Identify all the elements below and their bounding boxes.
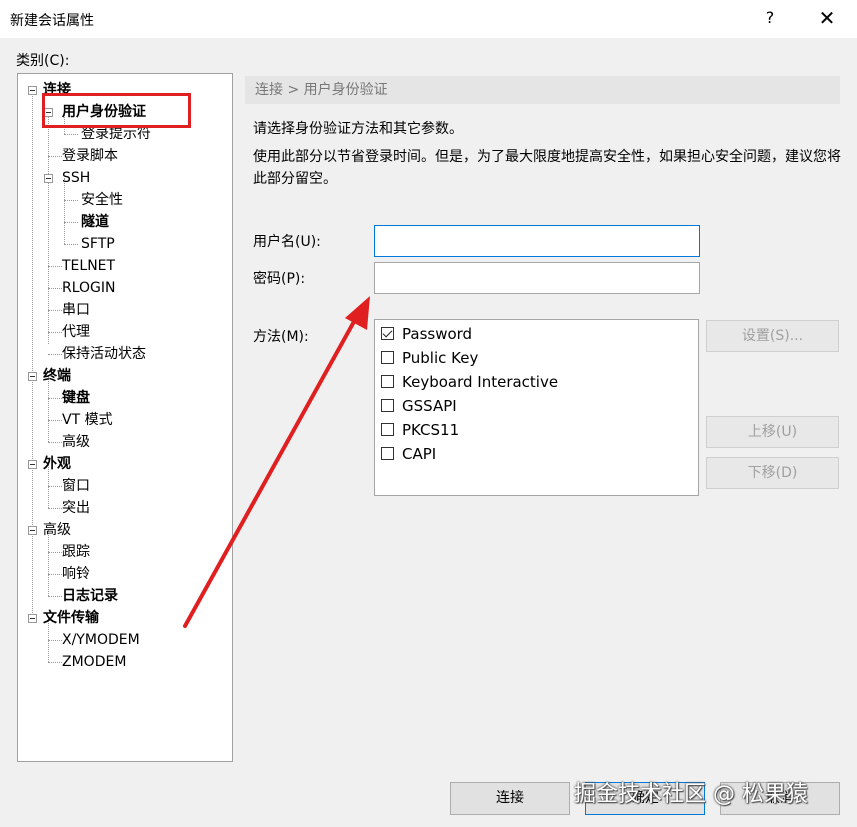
description-line2: 使用此部分以节省登录时间。但是，为了最大限度地提高安全性，如果担心安全问题，建议… (253, 149, 841, 187)
checkbox-checked-icon[interactable] (381, 327, 394, 340)
tree-item-file-transfer[interactable]: 文件传输 (43, 608, 99, 628)
collapse-icon[interactable] (28, 526, 37, 535)
category-tree[interactable]: 连接 用户身份验证 登录提示符 登录脚本 SSH 安全性 隧道 SFTP TEL… (17, 73, 233, 762)
tree-item-keyboard[interactable]: 键盘 (62, 388, 90, 408)
method-item-keyboard-interactive[interactable]: Keyboard Interactive (381, 372, 558, 392)
tree-item-login-script[interactable]: 登录脚本 (62, 146, 118, 166)
tree-item-sftp[interactable]: SFTP (81, 234, 115, 254)
tree-item-telnet[interactable]: TELNET (62, 256, 115, 276)
collapse-icon[interactable] (28, 460, 37, 469)
method-label-pkcs11: PKCS11 (402, 421, 460, 439)
arrow-head (345, 296, 370, 330)
tree-item-tunnel[interactable]: 隧道 (81, 212, 109, 232)
method-item-public-key[interactable]: Public Key (381, 348, 478, 368)
method-list[interactable]: Password Public Key Keyboard Interactive… (374, 319, 699, 496)
checkbox-icon[interactable] (381, 423, 394, 436)
tree-item-zmodem[interactable]: ZMODEM (62, 652, 126, 672)
description-line1: 请选择身份验证方法和其它参数。 (253, 121, 463, 137)
tree-item-keepalive[interactable]: 保持活动状态 (62, 344, 146, 364)
tree-item-advanced[interactable]: 高级 (43, 520, 71, 540)
tree-item-proxy[interactable]: 代理 (62, 322, 90, 342)
checkbox-icon[interactable] (381, 399, 394, 412)
username-label: 用户名(U): (253, 234, 321, 250)
tree-item-appearance[interactable]: 外观 (43, 454, 71, 474)
method-label-password: Password (402, 325, 473, 343)
tree-item-trace[interactable]: 跟踪 (62, 542, 90, 562)
breadcrumb: 连接 > 用户身份验证 (245, 76, 840, 104)
checkbox-icon[interactable] (381, 375, 394, 388)
move-up-button[interactable]: 上移(U) (706, 416, 839, 448)
window-title: 新建会话属性 (10, 13, 94, 29)
collapse-icon[interactable] (44, 174, 53, 183)
tree-item-serial[interactable]: 串口 (62, 300, 90, 320)
checkbox-icon[interactable] (381, 447, 394, 460)
method-label-keyboard-interactive: Keyboard Interactive (402, 373, 559, 391)
collapse-icon[interactable] (28, 86, 37, 95)
tree-item-highlight[interactable]: 突出 (62, 498, 90, 518)
watermark: 掘金技术社区 @ 松果猿 (574, 782, 808, 807)
tree-item-logging[interactable]: 日志记录 (62, 586, 118, 606)
method-label-public-key: Public Key (402, 349, 479, 367)
move-down-button[interactable]: 下移(D) (706, 457, 839, 489)
method-label-gssapi: GSSAPI (402, 397, 457, 415)
tree-item-vt-mode[interactable]: VT 模式 (62, 410, 113, 430)
connect-button[interactable]: 连接 (450, 782, 570, 815)
method-item-capi[interactable]: CAPI (381, 444, 436, 464)
settings-button[interactable]: 设置(S)... (706, 320, 839, 352)
tree-item-ssh[interactable]: SSH (62, 168, 90, 188)
highlight-box (42, 93, 191, 128)
method-label-capi: CAPI (402, 445, 437, 463)
username-input[interactable] (374, 225, 700, 257)
method-item-pkcs11[interactable]: PKCS11 (381, 420, 459, 440)
password-input[interactable] (374, 262, 700, 294)
checkbox-icon[interactable] (381, 351, 394, 364)
tree-item-xymodem[interactable]: X/YMODEM (62, 630, 140, 650)
method-item-password[interactable]: Password (381, 324, 472, 344)
tree-item-security[interactable]: 安全性 (81, 190, 123, 210)
tree-item-terminal[interactable]: 终端 (43, 366, 71, 386)
tree-item-rlogin[interactable]: RLOGIN (62, 278, 116, 298)
title-bar: 新建会话属性 ? ✕ (0, 0, 857, 38)
tree-item-bell[interactable]: 响铃 (62, 564, 90, 584)
category-label: 类别(C): (16, 53, 70, 69)
method-item-gssapi[interactable]: GSSAPI (381, 396, 457, 416)
tree-item-window[interactable]: 窗口 (62, 476, 90, 496)
collapse-icon[interactable] (28, 614, 37, 623)
help-button[interactable]: ? (760, 8, 780, 27)
password-label: 密码(P): (253, 271, 306, 287)
close-button[interactable]: ✕ (812, 6, 842, 30)
collapse-icon[interactable] (28, 372, 37, 381)
method-label: 方法(M): (253, 329, 309, 345)
tree-item-terminal-advanced[interactable]: 高级 (62, 432, 90, 452)
